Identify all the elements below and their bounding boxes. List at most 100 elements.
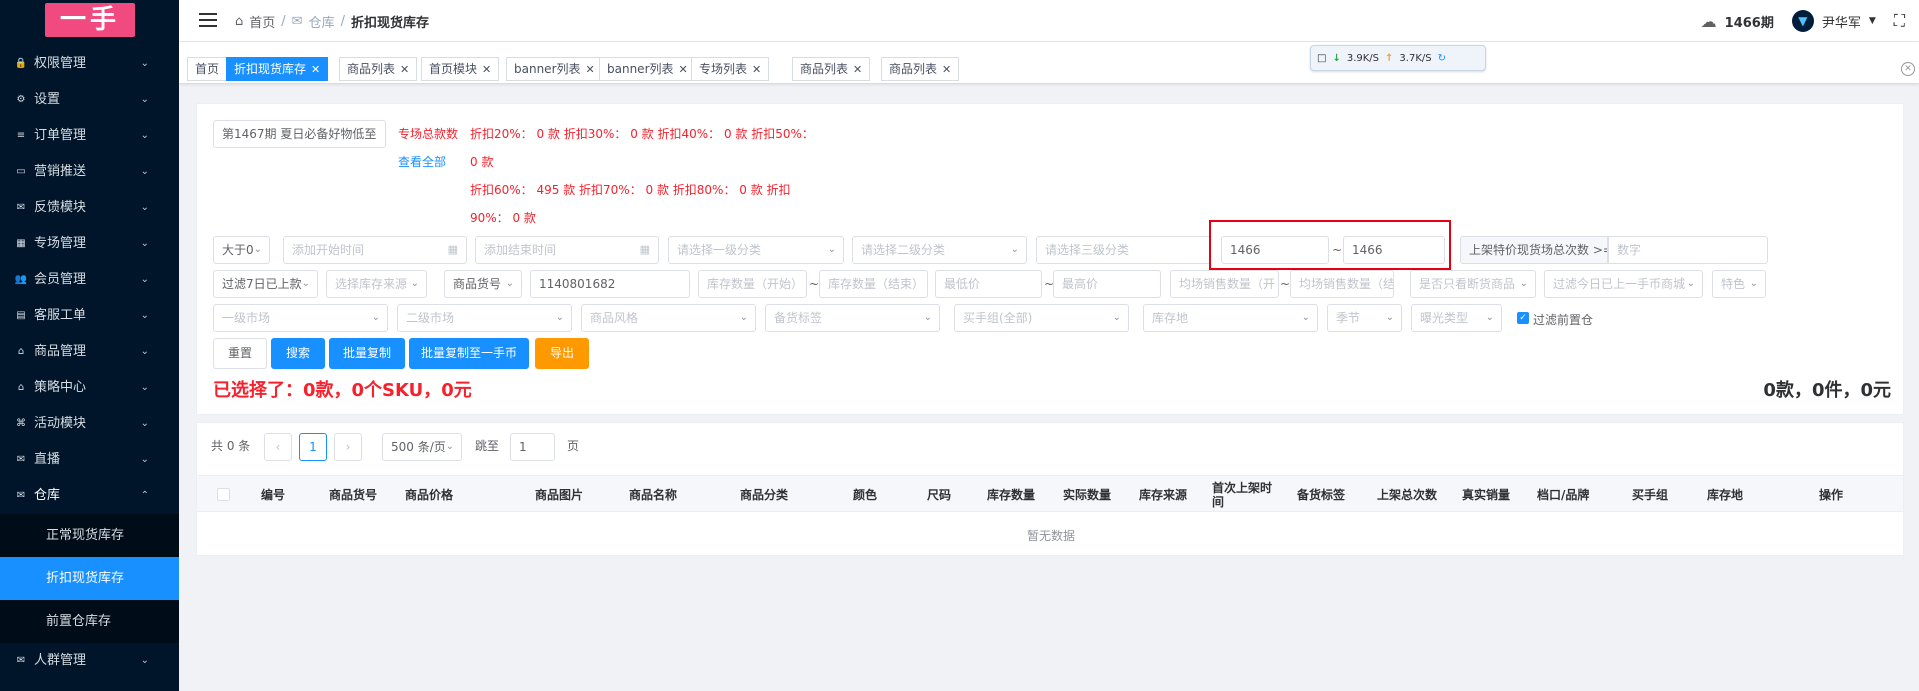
tab-banner-list-2[interactable]: banner列表 ✕ xyxy=(599,57,696,81)
fullscreen-icon[interactable]: ⛶ xyxy=(1894,11,1905,31)
reset-button[interactable]: 重置 xyxy=(213,338,267,369)
sidebar-item-permissions[interactable]: 🔒 权限管理 ⌄ xyxy=(0,46,179,82)
market-1-select[interactable]: 一级市场 ⌄ xyxy=(213,304,388,332)
network-speed-widget[interactable]: □ ↓ 3.9K/S ↑ 3.7K/S ↻ xyxy=(1310,45,1486,71)
tab-discount-stock[interactable]: 折扣现货库存 ✕ xyxy=(226,57,329,81)
sidebar-subitem-discount-stock[interactable]: 折扣现货库存 xyxy=(0,557,179,600)
sidebar-item-live[interactable]: ✉ 直播 ⌄ xyxy=(0,442,179,478)
season-select[interactable]: 季节 ⌄ xyxy=(1327,304,1402,332)
tab-label: 首页模块 xyxy=(429,62,478,76)
avg-sales-start-input[interactable]: 均场销售数量（开 xyxy=(1170,270,1279,298)
tab-goods-list-2[interactable]: 商品列表 ✕ xyxy=(792,57,871,81)
column-header: 尺码 xyxy=(927,487,952,502)
placeholder: 库存数量（结束） xyxy=(828,277,925,291)
sidebar-subitem-front-stock[interactable]: 前置仓库存 xyxy=(0,600,179,643)
goods-no-select[interactable]: 商品货号 ⌄ xyxy=(444,270,522,298)
max-price-input[interactable]: 最高价 xyxy=(1053,270,1161,298)
hamburger-icon[interactable] xyxy=(199,13,217,27)
mail-icon: ✉ xyxy=(291,14,303,29)
close-icon[interactable]: ✕ xyxy=(586,63,595,76)
tab-goods-list[interactable]: 商品列表 ✕ xyxy=(339,57,418,81)
sidebar-item-feedback[interactable]: ✉ 反馈模块 ⌄ xyxy=(0,190,179,226)
tab-goods-list-3[interactable]: 商品列表 ✕ xyxy=(881,57,960,81)
select-all-checkbox[interactable] xyxy=(217,488,230,501)
page-size-select[interactable]: 500 条/页 ⌄ xyxy=(382,433,462,461)
batch-copy-button[interactable]: 批量复制 xyxy=(329,338,405,369)
goods-no-input[interactable]: 1140801682 xyxy=(530,270,690,298)
search-button[interactable]: 搜索 xyxy=(271,338,325,369)
tab-session-list[interactable]: 专场列表 ✕ xyxy=(691,57,770,81)
close-icon[interactable]: ✕ xyxy=(400,63,409,76)
category-3-select[interactable]: 请选择三级分类 xyxy=(1036,236,1211,264)
close-icon[interactable]: ✕ xyxy=(853,63,862,76)
tab-home-module[interactable]: 首页模块 ✕ xyxy=(421,57,500,81)
export-button[interactable]: 导出 xyxy=(535,338,589,369)
filter-pre-checkbox[interactable]: ✓ xyxy=(1517,312,1529,324)
sidebar-item-activity[interactable]: ⌘ 活动模块 ⌄ xyxy=(0,406,179,442)
market-2-select[interactable]: 二级市场 ⌄ xyxy=(397,304,572,332)
exposure-select[interactable]: 曝光类型 ⌄ xyxy=(1411,304,1502,332)
chevron-down-icon: ⌄ xyxy=(410,278,419,289)
tab-banner-list[interactable]: banner列表 ✕ xyxy=(506,57,603,81)
placeholder: 库存地 xyxy=(1152,311,1189,325)
sidebar-item-orders[interactable]: ≡ 订单管理 ⌄ xyxy=(0,118,179,154)
shelf-count-input[interactable]: 数字 xyxy=(1608,236,1768,264)
filter-today-select[interactable]: 过滤今日已上一手币商城 ⌄ xyxy=(1544,270,1703,298)
close-circle-icon[interactable]: ✕ xyxy=(1901,62,1915,76)
stock-tag-select[interactable]: 备货标签 ⌄ xyxy=(765,304,940,332)
sidebar-item-crowd[interactable]: ✉ 人群管理 ⌄ xyxy=(0,643,179,679)
location-select[interactable]: 库存地 ⌄ xyxy=(1143,304,1318,332)
chevron-down-icon: ⌄ xyxy=(445,441,454,452)
only-broken-select[interactable]: 是否只看断货商品 ⌄ xyxy=(1410,270,1536,298)
user-name[interactable]: 尹华军 xyxy=(1822,12,1861,31)
stock-start-input[interactable]: 库存数量（开始） xyxy=(698,270,807,298)
column-header: 颜色 xyxy=(853,487,878,502)
chevron-down-icon: ⌄ xyxy=(140,202,149,213)
batch-copy-coin-button[interactable]: 批量复制至一手币 xyxy=(409,338,529,369)
start-time-input[interactable]: 添加开始时间 ▦ xyxy=(283,236,467,264)
page-number[interactable]: 1 xyxy=(299,433,327,461)
sidebar-subitem-normal-stock[interactable]: 正常现货库存 xyxy=(0,514,179,557)
category-2-select[interactable]: 请选择二级分类 ⌄ xyxy=(852,236,1027,264)
sidebar-item-sessions[interactable]: ▦ 专场管理 ⌄ xyxy=(0,226,179,262)
min-price-input[interactable]: 最低价 xyxy=(935,270,1042,298)
view-all-link[interactable]: 查看全部 xyxy=(398,153,446,170)
filter-7days-select[interactable]: 过滤7日已上款 ⌄ xyxy=(213,270,318,298)
chevron-down-icon: ⌄ xyxy=(140,346,149,357)
shirt-icon: ⌂ xyxy=(17,346,25,357)
end-time-input[interactable]: 添加结束时间 ▦ xyxy=(475,236,659,264)
stock-end-input[interactable]: 库存数量（结束） xyxy=(819,270,928,298)
avg-sales-end-input[interactable]: 均场销售数量（结 xyxy=(1290,270,1394,298)
close-icon[interactable]: ✕ xyxy=(752,63,761,76)
tab-home[interactable]: 首页 xyxy=(187,57,228,81)
close-icon[interactable]: ✕ xyxy=(482,63,491,76)
close-icon[interactable]: ✕ xyxy=(311,63,320,76)
buyer-group-select[interactable]: 买手组(全部) ⌄ xyxy=(954,304,1129,332)
sidebar-item-members[interactable]: 👥 会员管理 ⌄ xyxy=(0,262,179,298)
next-page-button[interactable]: › xyxy=(334,433,362,461)
placeholder: 请选择二级分类 xyxy=(861,243,946,257)
close-icon[interactable]: ✕ xyxy=(679,63,688,76)
placeholder: 均场销售数量（开 xyxy=(1179,277,1276,291)
sidebar-item-goods[interactable]: ⌂ 商品管理 ⌄ xyxy=(0,334,179,370)
period-select[interactable]: 第1467期 夏日必备好物低至 ⌄ xyxy=(213,120,386,148)
sidebar-item-settings[interactable]: ⚙ 设置 ⌄ xyxy=(0,82,179,118)
gt-select[interactable]: 大于0 ⌄ xyxy=(213,236,270,264)
close-icon[interactable]: ✕ xyxy=(942,63,951,76)
special-select[interactable]: 特色 ⌄ xyxy=(1712,270,1766,298)
topbar: ⌂ 首页 / ✉ 仓库 / 折扣现货库存 ☁ 1466期 ▼ 尹华军 ▼ ⛶ xyxy=(179,0,1919,42)
goto-input[interactable]: 1 xyxy=(510,433,555,461)
prev-page-button[interactable]: ‹ xyxy=(264,433,292,461)
sidebar-item-service[interactable]: ▤ 客服工单 ⌄ xyxy=(0,298,179,334)
breadcrumb-home[interactable]: 首页 xyxy=(249,12,275,31)
users-icon: 👥 xyxy=(14,274,28,285)
avatar[interactable]: ▼ xyxy=(1791,10,1814,32)
style-select[interactable]: 商品风格 ⌄ xyxy=(581,304,756,332)
category-1-select[interactable]: 请选择一级分类 ⌄ xyxy=(668,236,844,264)
stock-source-select[interactable]: 选择库存来源 ⌄ xyxy=(326,270,427,298)
caret-down-icon[interactable]: ▼ xyxy=(1869,16,1876,26)
sidebar-item-strategy[interactable]: ⌂ 策略中心 ⌄ xyxy=(0,370,179,406)
sidebar-item-warehouse[interactable]: ✉ 仓库 ⌃ xyxy=(0,478,179,514)
cloud-download-icon[interactable]: ☁ xyxy=(1701,12,1717,31)
sidebar-item-marketing[interactable]: ▭ 营销推送 ⌄ xyxy=(0,154,179,190)
